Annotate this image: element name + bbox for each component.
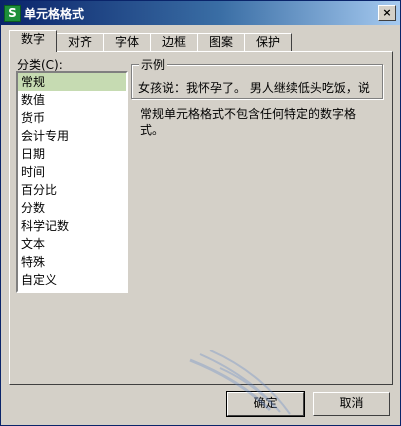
close-button[interactable]: × <box>378 5 396 21</box>
list-item[interactable]: 货币 <box>18 109 126 127</box>
list-item[interactable]: 科学记数 <box>18 217 126 235</box>
format-description: 常规单元格格式不包含任何特定的数字格式。 <box>140 107 357 137</box>
title-bar[interactable]: S 单元格格式 × <box>1 1 400 25</box>
tab-font[interactable]: 字体 <box>103 33 151 51</box>
sample-legend: 示例 <box>139 56 168 73</box>
list-item[interactable]: 时间 <box>18 163 126 181</box>
list-item[interactable]: 百分比 <box>18 181 126 199</box>
tab-number[interactable]: 数字 <box>9 30 57 52</box>
tab-alignment[interactable]: 对齐 <box>56 33 104 51</box>
list-item[interactable]: 会计专用 <box>18 127 126 145</box>
list-item[interactable]: 日期 <box>18 145 126 163</box>
tab-border[interactable]: 边框 <box>150 33 198 51</box>
category-list[interactable]: 常规 数值 货币 会计专用 日期 时间 百分比 分数 科学记数 文本 特殊 自定… <box>16 71 128 293</box>
list-item[interactable]: 文本 <box>18 235 126 253</box>
list-item[interactable]: 特殊 <box>18 253 126 271</box>
tab-protection[interactable]: 保护 <box>244 33 292 51</box>
sample-preview-text: 女孩说：我怀孕了。 男人继续低头吃饭，说 <box>138 81 370 95</box>
list-item[interactable]: 分数 <box>18 199 126 217</box>
tab-pattern[interactable]: 图案 <box>197 33 245 51</box>
wings-watermark-icon <box>189 350 291 415</box>
list-item[interactable]: 常规 <box>18 73 126 91</box>
list-item[interactable]: 数值 <box>18 91 126 109</box>
app-s-icon: S <box>4 5 21 22</box>
dialog-title: 单元格格式 <box>24 7 85 21</box>
list-item[interactable]: 自定义 <box>18 271 126 289</box>
